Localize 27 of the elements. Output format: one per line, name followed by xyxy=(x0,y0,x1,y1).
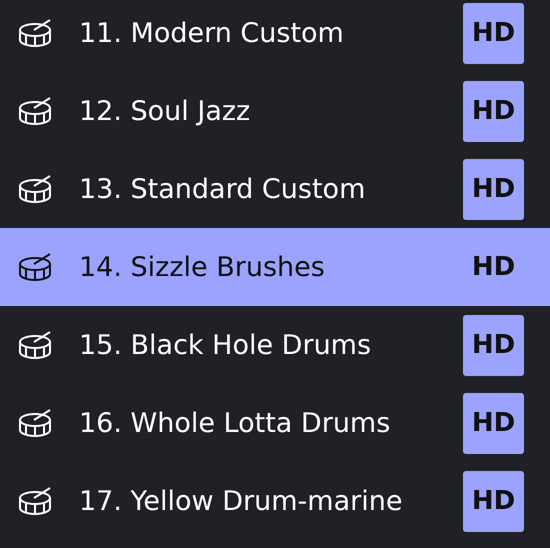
kit-name: 12. Soul Jazz xyxy=(79,96,252,126)
drum-icon xyxy=(19,487,53,515)
kit-list-item[interactable]: 15. Black Hole Drums HD xyxy=(0,306,550,384)
kit-list-item[interactable]: 17. Yellow Drum-marine HD xyxy=(0,462,550,540)
hd-badge: HD xyxy=(463,158,524,220)
hd-badge: HD xyxy=(463,80,524,142)
drum-icon xyxy=(19,253,53,281)
hd-badge: HD xyxy=(463,314,524,376)
kit-list-item[interactable]: 11. Modern Custom HD xyxy=(0,0,550,72)
kit-name: 16. Whole Lotta Drums xyxy=(79,408,392,438)
drum-icon xyxy=(19,19,53,47)
kit-name: 11. Modern Custom xyxy=(79,18,345,48)
hd-badge: HD xyxy=(463,470,524,532)
drum-icon xyxy=(19,97,53,125)
kit-list-item[interactable]: 14. Sizzle Brushes HD xyxy=(0,228,550,306)
drum-icon xyxy=(19,175,53,203)
kit-list-item[interactable]: 13. Standard Custom HD xyxy=(0,150,550,228)
kit-name: 17. Yellow Drum-marine xyxy=(79,486,404,516)
kit-name: 13. Standard Custom xyxy=(79,174,366,204)
drum-icon xyxy=(19,331,53,359)
drum-icon xyxy=(19,409,53,437)
kit-list-item[interactable]: 12. Soul Jazz HD xyxy=(0,72,550,150)
kit-list-item[interactable]: 16. Whole Lotta Drums HD xyxy=(0,384,550,462)
kit-name: 14. Sizzle Brushes xyxy=(79,252,326,282)
hd-badge: HD xyxy=(463,392,524,454)
hd-badge: HD xyxy=(463,2,524,64)
kit-name: 15. Black Hole Drums xyxy=(79,330,372,360)
